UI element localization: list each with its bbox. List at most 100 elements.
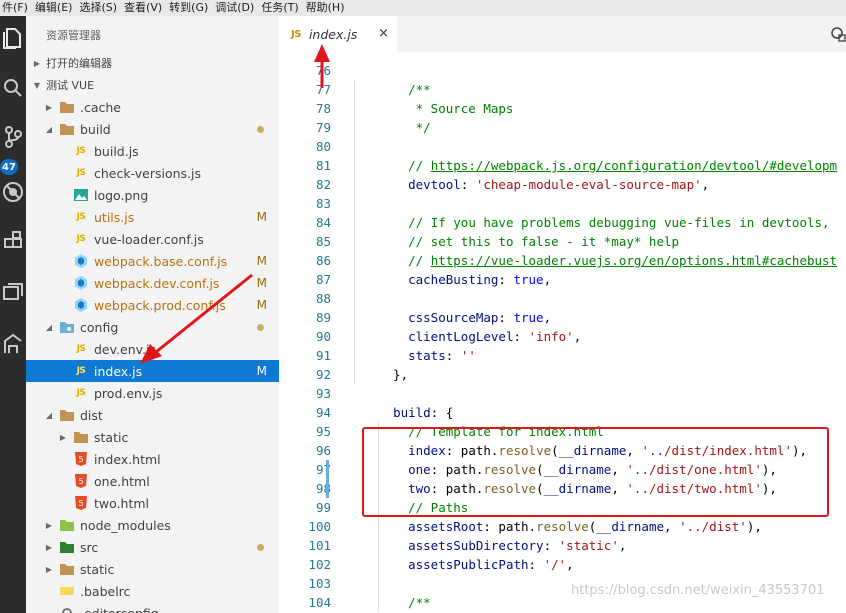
tree-item[interactable]: ▶ src [26, 536, 279, 558]
deploy-icon[interactable] [0, 326, 26, 362]
code-line: }, [378, 367, 409, 382]
tree-item-label: static [80, 561, 115, 577]
files-icon[interactable] [0, 20, 26, 56]
search-icon[interactable] [0, 70, 26, 106]
html5-icon: 5 [74, 496, 88, 510]
chevron-right-icon: ▶ [33, 58, 41, 68]
chevron-right-icon[interactable]: ▶ [58, 426, 68, 448]
tree-item-label: webpack.dev.conf.js [94, 275, 220, 291]
tree-item[interactable]: ▶ .cache [26, 96, 279, 118]
js-file-icon: JS [291, 28, 301, 40]
tree-item-label: webpack.prod.conf.js [94, 297, 226, 313]
tree-item[interactable]: .babelrc [26, 580, 279, 602]
svg-text:5: 5 [78, 477, 83, 486]
js-file-icon: JS [76, 212, 86, 222]
tree-item[interactable]: JS index.js M [26, 360, 279, 382]
tree-item[interactable]: JS utils.js M [26, 206, 279, 228]
open-changes-icon[interactable] [830, 26, 846, 42]
menu-item[interactable]: 选择(S) [77, 0, 122, 16]
tree-item[interactable]: ◢ build [26, 118, 279, 140]
tree-item[interactable]: webpack.base.conf.js M [26, 250, 279, 272]
tree-item[interactable]: .editorconfig [26, 602, 279, 613]
config-file-icon [60, 606, 74, 613]
tree-item[interactable]: 5 one.html [26, 470, 279, 492]
tree-item-label: vue-loader.conf.js [94, 231, 204, 247]
tree-item-label: dist [80, 407, 103, 423]
tree-item[interactable]: ▶ node_modules [26, 514, 279, 536]
code-line: * Source Maps [378, 101, 514, 116]
code-line: stats: '' [408, 348, 476, 363]
menu-item[interactable]: 查看(V) [122, 0, 167, 16]
tree-item[interactable]: JS vue-loader.conf.js [26, 228, 279, 250]
menu-item[interactable]: 任务(T) [259, 0, 303, 16]
debug-icon[interactable] [0, 174, 26, 210]
tree-item[interactable]: webpack.prod.conf.js M [26, 294, 279, 316]
tree-item[interactable]: ◢ config [26, 316, 279, 338]
tree-item-label: check-versions.js [94, 165, 202, 181]
folder-icon [60, 562, 74, 576]
menu-item[interactable]: 编辑(E) [33, 0, 78, 16]
tree-item[interactable]: 5 index.html [26, 448, 279, 470]
chevron-right-icon[interactable]: ▶ [44, 536, 54, 558]
html5-icon: 5 [74, 452, 88, 466]
chevron-right-icon[interactable]: ▶ [44, 96, 54, 118]
source-control-icon[interactable] [0, 119, 26, 155]
chevron-right-icon[interactable]: ▶ [44, 514, 54, 536]
tree-item-label: config [80, 319, 119, 335]
source-control-badge: 47 [0, 159, 18, 175]
tree-item[interactable]: JS check-versions.js [26, 162, 279, 184]
code-line: cacheBusting: true, [408, 272, 552, 287]
code-line: clientLogLevel: 'info', [408, 329, 582, 344]
section-label: 测试 VUE [46, 79, 95, 92]
tree-item[interactable]: JS dev.env.js [26, 338, 279, 360]
menu-item[interactable]: 调试(D) [213, 0, 259, 16]
menu-item[interactable]: 帮助(H) [304, 0, 350, 16]
tree-item[interactable]: ▶ static [26, 558, 279, 580]
code-line: // If you have problems debugging vue-fi… [408, 215, 830, 230]
section-workspace[interactable]: ▼ 测试 VUE [26, 74, 279, 96]
code-line: devtool: 'cheap-module-eval-source-map', [408, 177, 710, 192]
remote-icon[interactable] [0, 274, 26, 310]
tree-item[interactable]: JS build.js [26, 140, 279, 162]
tree-item-label: node_modules [80, 517, 171, 533]
code-line: cssSourceMap: true, [408, 310, 552, 325]
tree-item-label: static [94, 429, 129, 445]
tree-item[interactable]: webpack.dev.conf.js M [26, 272, 279, 294]
chevron-right-icon[interactable]: ▶ [44, 558, 54, 580]
tree-item[interactable]: 5 two.html [26, 492, 279, 514]
tree-item[interactable]: JS prod.env.js [26, 382, 279, 404]
code-line: // set this to false - it *may* help [408, 234, 680, 249]
tree-item[interactable]: logo.png [26, 184, 279, 206]
tree-item-label: .editorconfig [80, 605, 159, 613]
tree-item-label: one.html [94, 473, 150, 489]
chevron-down-icon[interactable]: ◢ [44, 118, 54, 140]
git-modified-badge: M [256, 210, 267, 224]
chevron-down-icon[interactable]: ◢ [44, 404, 54, 426]
code-line: assetsPublicPath: '/', [408, 557, 574, 572]
js-file-icon: JS [76, 234, 86, 244]
code-line: */ [378, 120, 431, 135]
menu-item[interactable]: 件(F) [0, 0, 33, 16]
editor-tab-bar: JS index.js × [279, 16, 846, 52]
tree-item[interactable]: ◢ dist [26, 404, 279, 426]
tree-item-label: src [80, 539, 99, 555]
js-file-icon: JS [76, 344, 86, 354]
tree-item-label: webpack.base.conf.js [94, 253, 228, 269]
code-area[interactable]: /** * Source Maps */ // https://webpack.… [279, 52, 846, 613]
close-icon[interactable]: × [378, 26, 389, 41]
extensions-icon[interactable] [0, 223, 26, 259]
annotation-highlight-box [362, 427, 829, 517]
chevron-down-icon[interactable]: ◢ [44, 316, 54, 338]
section-open-editors[interactable]: ▶ 打开的编辑器 [26, 52, 279, 74]
tab-index-js[interactable]: JS index.js × [279, 16, 397, 52]
menu-item[interactable]: 转到(G) [167, 0, 213, 16]
folder-icon [60, 100, 74, 114]
js-file-icon: JS [76, 168, 86, 178]
code-editor[interactable]: 76 77 78 79 80 81 82 83 84 85 86 87 88 89 90 91 92 93 94 95… [279, 52, 846, 613]
tree-item[interactable]: ▶ static [26, 426, 279, 448]
